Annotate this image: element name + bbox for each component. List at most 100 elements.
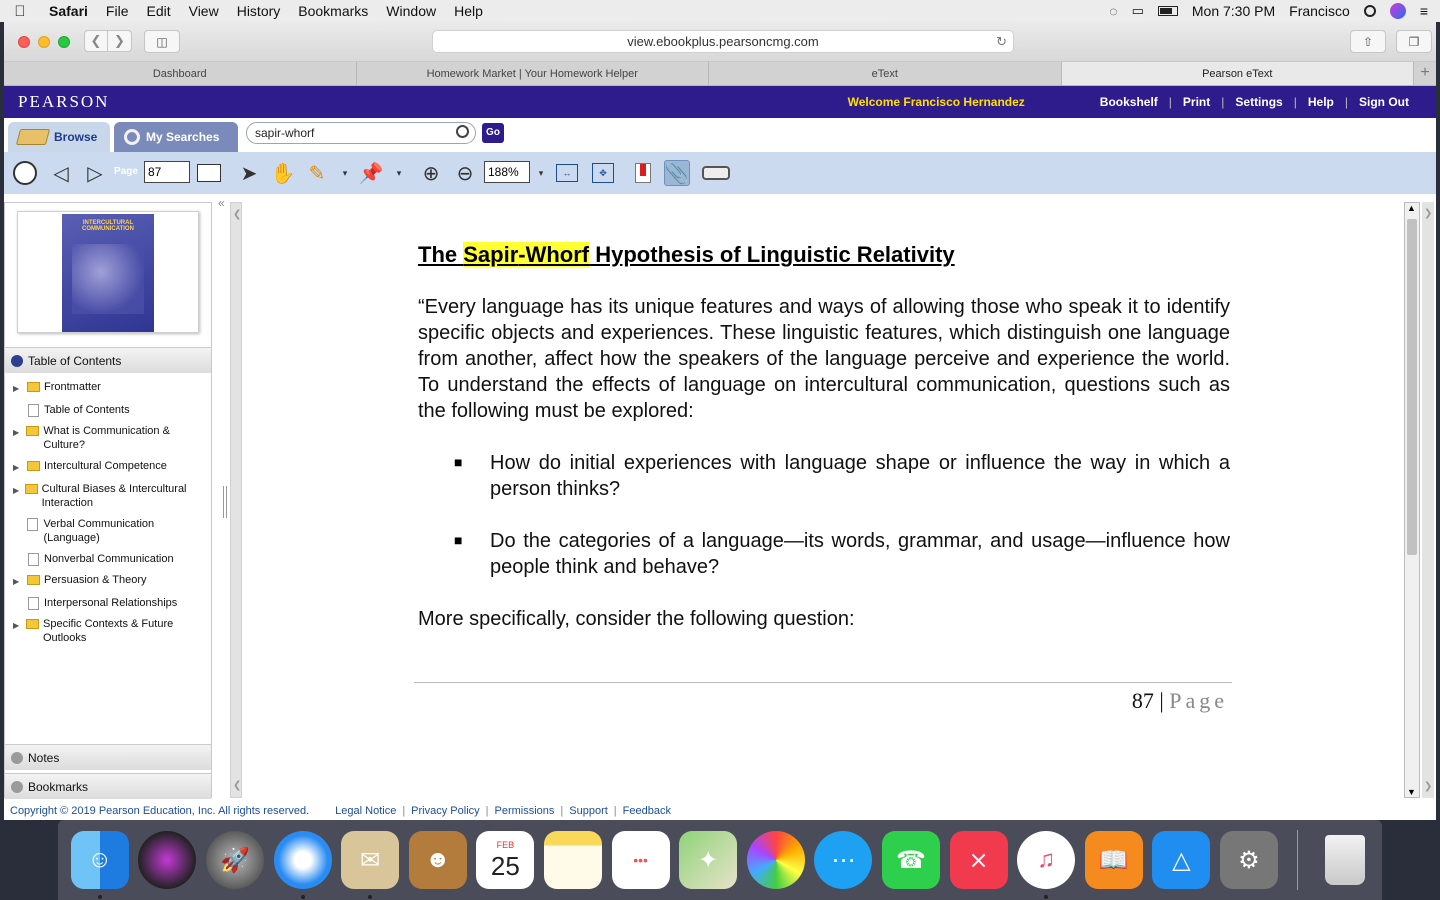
search-highlight[interactable]: Sapir <box>463 242 519 267</box>
toc-item[interactable]: Table of Contents <box>5 400 211 421</box>
zoom-window-icon[interactable] <box>58 35 70 48</box>
help-link[interactable]: Help <box>1297 95 1345 109</box>
right-collapse-bar[interactable]: ❯ ❯ <box>1422 202 1434 798</box>
music-icon[interactable]: ♫ <box>1017 831 1076 899</box>
expand-arrow-icon[interactable]: ▶ <box>13 424 26 440</box>
tools-icon[interactable] <box>700 160 732 186</box>
menu-history[interactable]: History <box>228 3 290 19</box>
messages-icon[interactable]: ⋯ <box>814 831 873 889</box>
battery-icon[interactable] <box>1157 6 1178 16</box>
menu-file[interactable]: File <box>97 3 138 19</box>
permissions-link[interactable]: Permissions <box>495 805 555 817</box>
bookmarks-expand-icon[interactable] <box>11 780 23 793</box>
toc-item[interactable]: ▶ Intercultural Competence <box>5 456 211 479</box>
trash-icon[interactable] <box>1316 831 1374 889</box>
two-page-view-icon[interactable] <box>196 160 222 186</box>
chevron-right-icon[interactable]: ❯ <box>1424 781 1432 792</box>
menu-help[interactable]: Help <box>445 3 492 19</box>
expand-arrow-icon[interactable]: ▶ <box>13 573 27 589</box>
maps-icon[interactable]: ✦ <box>679 831 738 889</box>
notes-header[interactable]: Notes <box>5 744 211 770</box>
address-bar[interactable]: view.ebookplus.pearsoncmg.com ↻ <box>432 30 1014 53</box>
siri-icon[interactable] <box>1389 3 1406 19</box>
menu-edit[interactable]: Edit <box>137 3 179 19</box>
bookmarks-header[interactable]: Bookmarks <box>5 773 211 799</box>
photos-icon[interactable] <box>746 831 805 889</box>
bookmark-icon[interactable] <box>630 160 656 186</box>
tab-dashboard[interactable]: Dashboard <box>4 62 357 85</box>
my-searches-tab[interactable]: My Searches <box>114 122 238 152</box>
next-page-icon[interactable]: ▷ <box>82 160 108 186</box>
sign-out-link[interactable]: Sign Out <box>1348 95 1420 109</box>
links-icon[interactable]: 📎 <box>664 160 690 186</box>
pushpin-dropdown-icon[interactable]: ▾ <box>386 160 412 186</box>
minimize-window-icon[interactable] <box>38 35 50 48</box>
toc-header[interactable]: Table of Contents <box>5 347 211 373</box>
menu-user[interactable]: Francisco <box>1289 3 1350 19</box>
support-link[interactable]: Support <box>569 805 608 817</box>
expand-arrow-icon[interactable]: ▶ <box>13 482 25 498</box>
highlighter-icon[interactable]: ✎ <box>304 160 330 186</box>
expand-arrow-icon[interactable]: ▶ <box>13 459 27 475</box>
toc-item[interactable]: ▶ Cultural Biases & Intercultural Interac… <box>5 479 211 514</box>
vertical-scrollbar[interactable]: ▲ ▼ <box>1404 202 1420 798</box>
chevron-left-icon[interactable]: ❮ <box>233 209 241 220</box>
toc-item[interactable]: Interpersonal Relationships <box>5 593 211 614</box>
airplay-icon[interactable]: ▭ <box>1132 3 1144 19</box>
settings-link[interactable]: Settings <box>1224 95 1293 109</box>
fit-page-icon[interactable]: ✥ <box>590 160 616 186</box>
news-icon[interactable]: ⨯ <box>949 831 1008 889</box>
notes-expand-icon[interactable] <box>11 751 23 764</box>
zoom-in-icon[interactable]: ⊕ <box>418 160 444 186</box>
close-window-icon[interactable] <box>18 35 30 48</box>
toc-item[interactable]: ▶ Frontmatter <box>5 377 211 400</box>
reload-icon[interactable]: ↻ <box>996 31 1007 52</box>
legal-notice-link[interactable]: Legal Notice <box>335 805 396 817</box>
forward-button[interactable]: ❯ <box>108 30 132 52</box>
hand-tool-icon[interactable]: ✋ <box>270 160 296 186</box>
privacy-policy-link[interactable]: Privacy Policy <box>411 805 479 817</box>
siri-app-icon[interactable] <box>138 831 197 889</box>
pushpin-icon[interactable]: 📌 <box>358 160 384 186</box>
scrollbar-thumb[interactable] <box>1407 219 1417 555</box>
books-icon[interactable]: 📖 <box>1084 831 1143 889</box>
system-preferences-icon[interactable]: ⚙ <box>1219 831 1278 889</box>
launchpad-icon[interactable]: 🚀 <box>205 831 264 889</box>
zoom-out-icon[interactable]: ⊖ <box>452 160 478 186</box>
history-icon[interactable] <box>12 160 38 186</box>
book-thumbnail[interactable]: INTERCULTURAL COMMUNICATION <box>17 211 199 333</box>
fit-width-icon[interactable]: ↔ <box>554 160 580 186</box>
notes-app-icon[interactable] <box>543 831 602 889</box>
zoom-input[interactable]: 188% <box>484 161 530 183</box>
chevron-left-icon[interactable]: ❮ <box>233 780 241 791</box>
safari-app-icon[interactable]: ➤ <box>273 831 332 899</box>
contacts-icon[interactable]: ☻ <box>408 831 467 889</box>
feedback-link[interactable]: Feedback <box>623 805 671 817</box>
search-highlight[interactable]: Whorf <box>525 242 590 267</box>
wifi-icon[interactable]: ◌ <box>1109 3 1117 19</box>
mail-icon[interactable]: ✉ <box>341 831 400 899</box>
facetime-icon[interactable]: ☎ <box>881 831 940 889</box>
tab-etext[interactable]: eText <box>709 62 1062 85</box>
menu-bookmarks[interactable]: Bookmarks <box>289 3 377 19</box>
back-button[interactable]: ❮ <box>84 30 108 52</box>
browse-tab[interactable]: Browse <box>8 122 110 152</box>
bookshelf-link[interactable]: Bookshelf <box>1089 95 1169 109</box>
scroll-down-icon[interactable]: ▼ <box>1407 787 1416 797</box>
go-button[interactable]: Go <box>482 123 504 143</box>
zoom-dropdown-icon[interactable]: ▾ <box>528 160 554 186</box>
chevron-right-icon[interactable]: ❯ <box>1424 208 1432 219</box>
page-number-input[interactable]: 87 <box>144 161 190 183</box>
finder-icon[interactable]: ☺ <box>70 831 129 899</box>
menu-window[interactable]: Window <box>377 3 445 19</box>
menu-view[interactable]: View <box>180 3 228 19</box>
toc-item[interactable]: ▶ What is Communication & Culture? <box>5 421 211 456</box>
spotlight-icon[interactable] <box>1363 5 1376 17</box>
select-pointer-icon[interactable]: ➤ <box>236 160 262 186</box>
menu-clock[interactable]: Mon 7:30 PM <box>1192 3 1275 19</box>
left-collapse-bar[interactable]: ❮ ❮ <box>230 202 242 798</box>
calendar-icon[interactable]: FEB 25 <box>476 831 535 889</box>
sidebar-toggle-button[interactable]: ◫ <box>144 30 180 53</box>
collapse-panel-icon[interactable]: « <box>218 196 225 210</box>
notification-center-icon[interactable]: ≡ <box>1420 3 1428 19</box>
